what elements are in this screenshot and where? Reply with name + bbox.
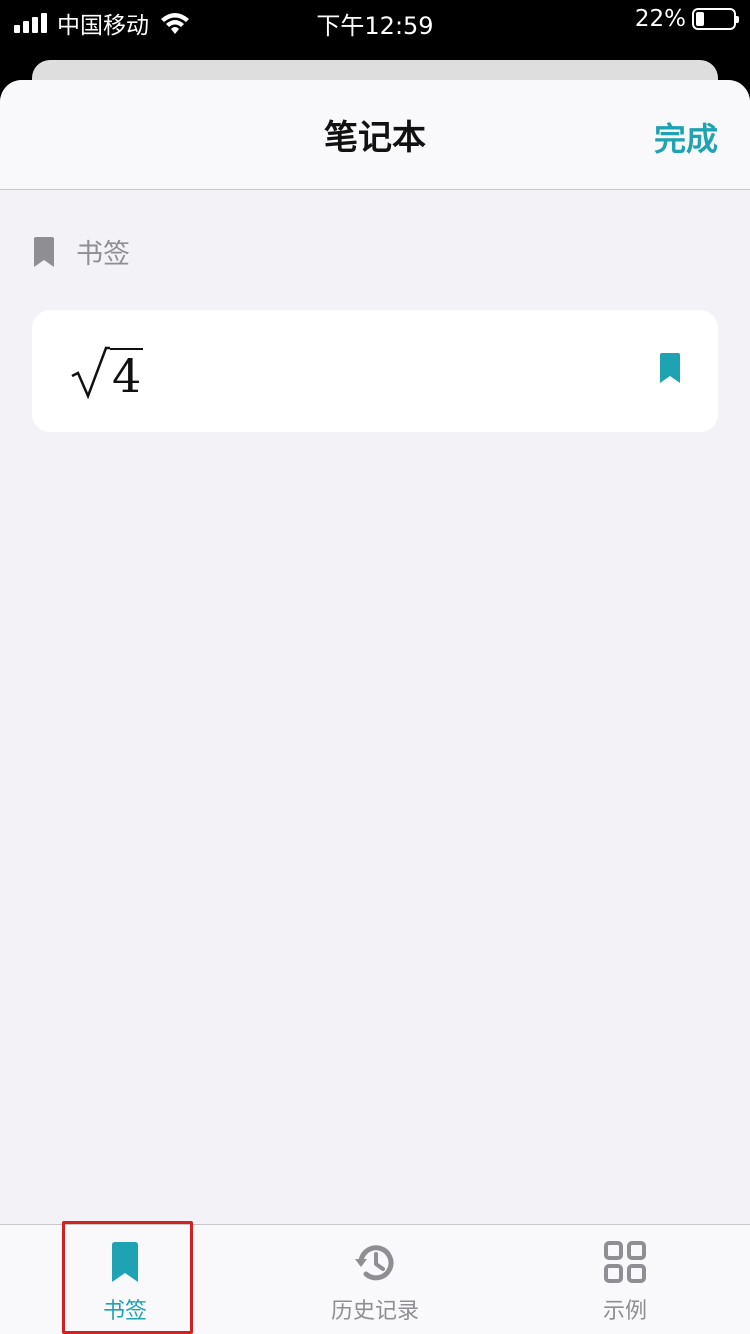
bookmark-icon — [112, 1242, 138, 1282]
radical-sign — [71, 346, 110, 400]
tab-label: 示例 — [602, 1299, 647, 1324]
status-right: 22% — [634, 6, 739, 32]
battery-percentage: 22% — [634, 6, 686, 32]
radicand: 4 — [110, 348, 144, 403]
tab-bar: 书签 历史记录 示例 — [0, 1224, 750, 1334]
tab-grid-icon-wrap — [500, 1241, 750, 1283]
battery-icon — [692, 8, 739, 30]
status-bar: 中国移动 下午12:59 22% — [0, 0, 750, 40]
section-header: 书签 — [32, 232, 130, 271]
tab-label: 书签 — [102, 1299, 147, 1324]
sheet-header: 笔记本 完成 — [0, 80, 750, 190]
section-label: 书签 — [76, 239, 130, 270]
grid-icon — [604, 1241, 646, 1283]
tab-bookmarks[interactable]: 书签 — [0, 1225, 250, 1334]
done-button[interactable]: 完成 — [654, 114, 718, 160]
formula-expression: 4 — [70, 340, 144, 403]
history-icon — [355, 1245, 394, 1281]
notebook-sheet: 笔记本 完成 书签 4 书签 历史记录 示例 — [0, 80, 750, 1334]
tab-history[interactable]: 历史记录 — [250, 1225, 500, 1334]
tab-examples[interactable]: 示例 — [500, 1225, 750, 1334]
bookmark-toggle-icon[interactable] — [658, 352, 682, 384]
tab-bookmark-icon-wrap — [0, 1241, 250, 1283]
bookmark-icon — [34, 236, 54, 267]
tab-label: 历史记录 — [330, 1299, 419, 1324]
tab-history-icon-wrap — [250, 1241, 500, 1285]
bookmark-card[interactable]: 4 — [32, 310, 718, 432]
page-title: 笔记本 — [324, 118, 426, 158]
